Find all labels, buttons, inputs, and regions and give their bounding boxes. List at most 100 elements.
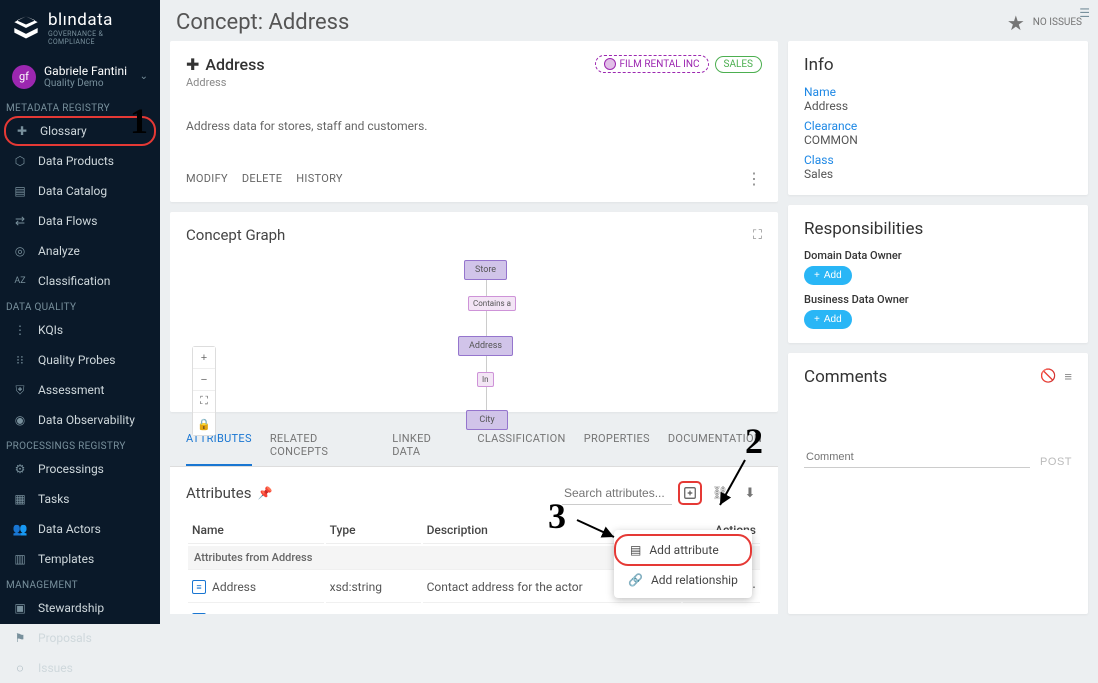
graph-title: Concept Graph	[186, 226, 285, 244]
info-card: Info Name Address Clearance COMMON Class…	[788, 41, 1088, 195]
menu-toggle-icon[interactable]: ☰	[1079, 6, 1090, 20]
sidebar: ☰ blındata GOVERNANCE & COMPLIANCE gf Ga…	[0, 0, 160, 624]
wifi-icon: ⋮	[12, 322, 28, 338]
info-clearance-value: COMMON	[804, 133, 1072, 147]
sidebar-item-issues[interactable]: ◌Issues	[0, 653, 160, 683]
post-button[interactable]: POST	[1040, 456, 1072, 468]
book-icon: ▤	[12, 183, 28, 199]
download-icon[interactable]: ⬇	[738, 481, 762, 505]
chip-film-rental[interactable]: FILM RENTAL INC	[595, 55, 709, 73]
section-management: MANAGEMENT	[0, 574, 160, 593]
chip-sales[interactable]: SALES	[715, 56, 762, 73]
comment-input[interactable]	[804, 447, 1030, 468]
zoom-in-button[interactable]: +	[193, 347, 215, 369]
az-icon: AZ	[12, 273, 28, 289]
more-icon[interactable]: ⋮	[746, 169, 762, 188]
resp-domain-label: Domain Data Owner	[804, 249, 1072, 262]
add-button[interactable]	[678, 481, 702, 505]
fit-button[interactable]: ⛶	[193, 391, 215, 413]
users-icon: 👥	[12, 521, 28, 537]
visibility-off-icon[interactable]: 🚫	[1040, 369, 1056, 385]
add-business-owner-button[interactable]: +Add	[804, 310, 852, 329]
sort-icon[interactable]: ≡	[1064, 369, 1072, 385]
sidebar-item-data-catalog[interactable]: ▤Data Catalog	[0, 176, 160, 206]
flag-icon: ⚑	[12, 630, 28, 646]
search-input[interactable]	[562, 482, 672, 505]
row-more-icon[interactable]: ⋯	[683, 605, 760, 614]
add-domain-owner-button[interactable]: +Add	[804, 266, 852, 285]
graph-expand-icon[interactable]: ⛶	[753, 228, 762, 243]
plus-icon: +	[814, 270, 820, 281]
sidebar-item-processings[interactable]: ⚙Processings	[0, 454, 160, 484]
concept-graph-card: Concept Graph ⛶ Store Contains a Address…	[170, 212, 778, 412]
col-name: Name	[188, 517, 324, 544]
add-dropdown: ▤ Add attribute 🔗 Add relationship	[614, 530, 752, 598]
sliders-icon: ⁝⁝	[12, 352, 28, 368]
zoom-out-button[interactable]: −	[193, 369, 215, 391]
delete-button[interactable]: DELETE	[242, 172, 282, 185]
tree-icon[interactable]: ⛓	[708, 481, 732, 505]
resp-business-label: Business Data Owner	[804, 293, 1072, 306]
section-data-quality: DATA QUALITY	[0, 296, 160, 315]
section-processings: PROCESSINGS REGISTRY	[0, 435, 160, 454]
puzzle-icon: ✚	[14, 123, 30, 139]
header: Concept: Address ★ NO ISSUES	[160, 0, 1098, 41]
sidebar-item-stewardship[interactable]: ▣Stewardship	[0, 593, 160, 623]
comments-card: Comments 🚫 ≡ POST	[788, 353, 1088, 614]
graph-node-store[interactable]: Store	[464, 260, 507, 280]
link-icon: 🔗	[628, 573, 643, 587]
plus-box-icon	[683, 486, 697, 500]
user-name: Gabriele Fantini	[44, 64, 132, 78]
info-class-value: Sales	[804, 167, 1072, 181]
sidebar-item-templates[interactable]: ▥Templates	[0, 544, 160, 574]
sidebar-item-quality-probes[interactable]: ⁝⁝Quality Probes	[0, 345, 160, 375]
graph-controls: + − ⛶ 🔒	[192, 346, 216, 436]
sidebar-item-assessment[interactable]: ⛨Assessment	[0, 375, 160, 405]
sidebar-item-data-observability[interactable]: ◉Data Observability	[0, 405, 160, 435]
gear-icon: ⚙	[12, 461, 28, 477]
responsibilities-card: Responsibilities Domain Data Owner +Add …	[788, 205, 1088, 343]
info-title: Info	[804, 55, 1072, 75]
graph-node-city[interactable]: City	[466, 410, 508, 430]
col-type: Type	[326, 517, 421, 544]
attributes-title: Attributes	[186, 484, 252, 502]
sidebar-item-data-products[interactable]: ⬡Data Products	[0, 146, 160, 176]
lock-button[interactable]: 🔒	[193, 413, 215, 435]
resp-title: Responsibilities	[804, 219, 1072, 239]
star-icon[interactable]: ★	[1007, 11, 1025, 35]
comments-title: Comments	[804, 367, 887, 387]
sidebar-item-data-actors[interactable]: 👥Data Actors	[0, 514, 160, 544]
logo: blındata GOVERNANCE & COMPLIANCE	[0, 0, 160, 56]
sidebar-item-data-flows[interactable]: ⇄Data Flows	[0, 206, 160, 236]
attr-icon: ≡	[192, 580, 206, 594]
graph-edge-in: In	[477, 372, 494, 387]
pin-icon[interactable]: 📌	[258, 486, 273, 500]
info-name-value: Address	[804, 99, 1072, 113]
history-button[interactable]: HISTORY	[296, 172, 343, 185]
info-class-label: Class	[804, 153, 1072, 167]
flow-icon: ⇄	[12, 213, 28, 229]
sidebar-item-kqis[interactable]: ⋮KQIs	[0, 315, 160, 345]
eye-icon: ◉	[12, 412, 28, 428]
sidebar-item-proposals[interactable]: ⚑Proposals	[0, 623, 160, 653]
concept-description: Address data for stores, staff and custo…	[186, 119, 762, 133]
user-area[interactable]: gf Gabriele Fantini Quality Demo ⌄	[0, 56, 160, 97]
puzzle-icon: ✚	[186, 55, 199, 74]
sidebar-item-classification[interactable]: AZClassification	[0, 266, 160, 296]
sidebar-item-analyze[interactable]: ◎Analyze	[0, 236, 160, 266]
clipboard-icon: ▣	[12, 600, 28, 616]
graph-canvas[interactable]: Store Contains a Address In City + − ⛶ 🔒	[186, 252, 762, 442]
section-metadata: METADATA REGISTRY	[0, 97, 160, 116]
graph-node-address[interactable]: Address	[458, 336, 513, 356]
compass-icon: ◎	[12, 243, 28, 259]
concept-sub: Address	[186, 76, 265, 89]
sidebar-item-tasks[interactable]: ▦Tasks	[0, 484, 160, 514]
table-row[interactable]: ≡Address ID xsd:string Address identifie…	[188, 605, 760, 614]
add-relationship-item[interactable]: 🔗 Add relationship	[614, 566, 752, 594]
modify-button[interactable]: MODIFY	[186, 172, 228, 185]
sidebar-item-glossary[interactable]: ✚ Glossary	[4, 116, 156, 146]
add-attribute-item[interactable]: ▤ Add attribute	[614, 534, 752, 566]
avatar: gf	[12, 65, 36, 89]
user-sub: Quality Demo	[44, 78, 132, 89]
hex-icon: ⬡	[12, 153, 28, 169]
